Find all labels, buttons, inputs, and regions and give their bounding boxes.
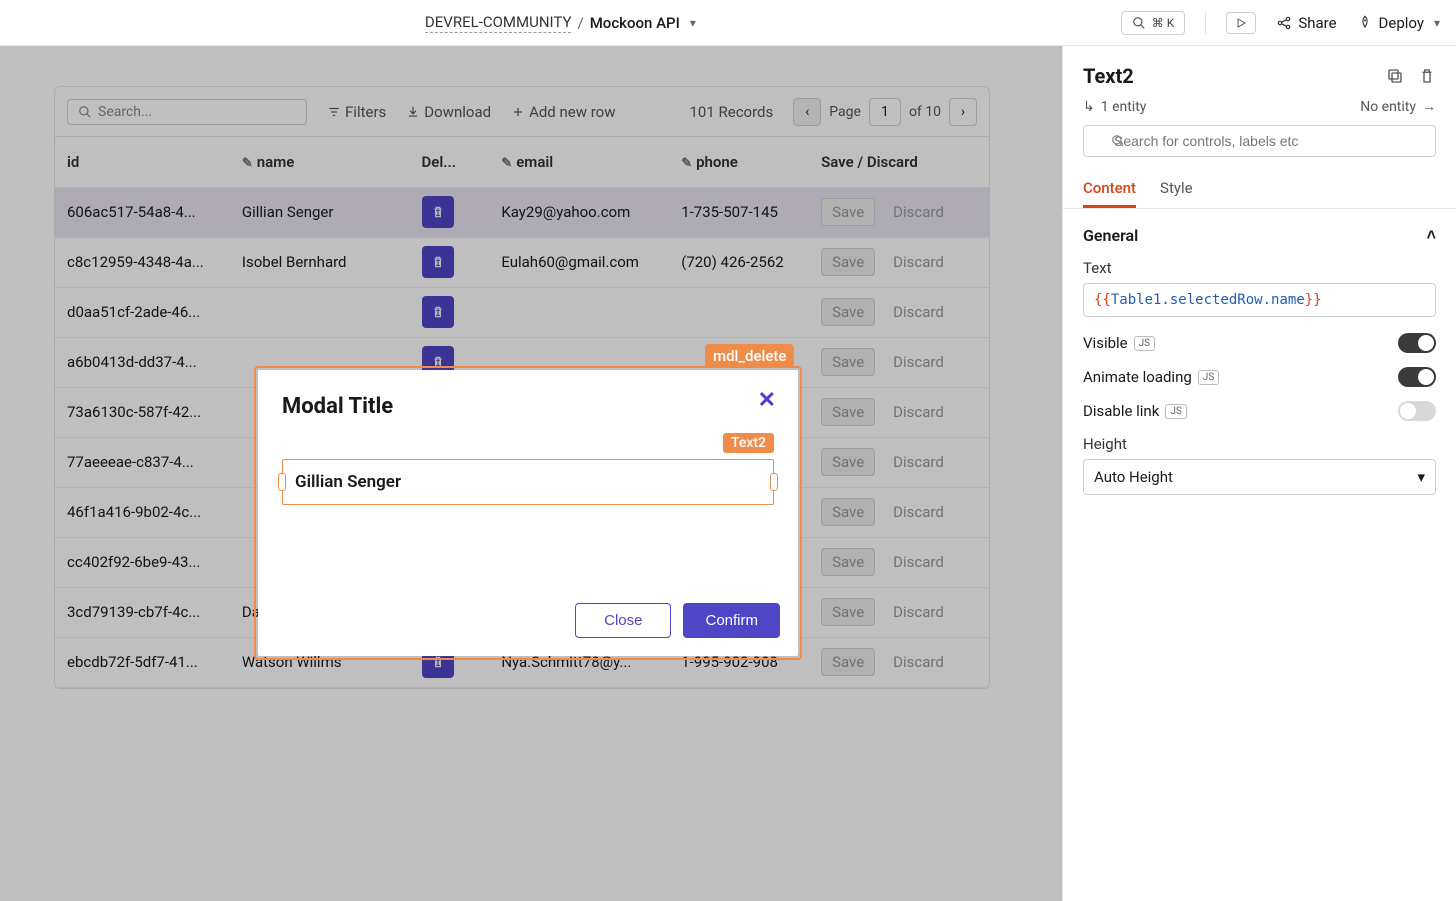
share-label: Share bbox=[1298, 14, 1336, 32]
animate-label: Animate loading JS bbox=[1083, 368, 1219, 386]
breadcrumb-workspace[interactable]: DEVREL-COMMUNITY bbox=[425, 13, 572, 33]
text2-widget-tag[interactable]: Text2 bbox=[723, 433, 774, 453]
arrow-right-icon: → bbox=[1422, 98, 1436, 115]
tab-content[interactable]: Content bbox=[1083, 171, 1136, 208]
visible-toggle[interactable] bbox=[1398, 333, 1436, 353]
rocket-icon bbox=[1357, 15, 1373, 31]
text-expression-input[interactable]: {{Table1.selectedRow.name}} bbox=[1083, 283, 1436, 317]
search-icon bbox=[1111, 134, 1125, 148]
search-icon bbox=[1132, 16, 1146, 30]
breadcrumb: DEVREL-COMMUNITY / Mockoon API ▾ bbox=[16, 13, 1105, 33]
copy-icon[interactable] bbox=[1386, 67, 1404, 85]
text2-value[interactable]: Gillian Senger bbox=[282, 459, 774, 505]
section-general-label: General bbox=[1083, 226, 1138, 245]
breadcrumb-app[interactable]: Mockoon API bbox=[590, 14, 680, 32]
text2-widget[interactable]: Text2 Gillian Senger bbox=[282, 459, 774, 505]
modal-close-action[interactable]: Close bbox=[575, 603, 671, 638]
modal-footer: Close Confirm bbox=[575, 603, 780, 638]
global-search-button[interactable]: ⌘ K bbox=[1121, 11, 1186, 35]
header-actions: ⌘ K Share Deploy ▾ bbox=[1121, 11, 1440, 35]
disable-link-label: Disable link JS bbox=[1083, 402, 1187, 420]
expr-body: Table1.selectedRow.name bbox=[1111, 292, 1305, 308]
visible-label: Visible JS bbox=[1083, 334, 1155, 352]
modal-title: Modal Title bbox=[282, 394, 774, 419]
resize-handle-right[interactable] bbox=[770, 473, 778, 491]
resize-handle-left[interactable] bbox=[278, 473, 286, 491]
height-value: Auto Height bbox=[1094, 468, 1173, 486]
tab-style[interactable]: Style bbox=[1160, 171, 1193, 208]
visible-text: Visible bbox=[1083, 334, 1128, 352]
disable-link-toggle[interactable] bbox=[1398, 401, 1436, 421]
chevron-down-icon[interactable]: ▾ bbox=[690, 16, 696, 30]
share-button[interactable]: Share bbox=[1276, 14, 1336, 32]
panel-title[interactable]: Text2 bbox=[1083, 64, 1134, 88]
chevron-down-icon: ▾ bbox=[1417, 468, 1425, 486]
panel-search-input[interactable] bbox=[1083, 125, 1436, 157]
chevron-down-icon[interactable]: ▾ bbox=[1434, 16, 1440, 30]
no-entity-label: No entity bbox=[1360, 99, 1416, 115]
deploy-label: Deploy bbox=[1379, 14, 1424, 32]
expr-close: }} bbox=[1305, 292, 1322, 308]
expr-open: {{ bbox=[1094, 292, 1111, 308]
text-field-label: Text bbox=[1083, 259, 1436, 277]
search-shortcut: ⌘ K bbox=[1152, 16, 1175, 30]
arrow-right-icon: ↳ bbox=[1083, 99, 1095, 115]
preview-button[interactable] bbox=[1226, 12, 1256, 34]
entity-count: 1 entity bbox=[1101, 99, 1147, 115]
breadcrumb-separator: / bbox=[577, 14, 583, 32]
modal-confirm-action[interactable]: Confirm bbox=[683, 603, 780, 638]
modal-close-button[interactable]: ✕ bbox=[758, 388, 776, 413]
property-panel: Text2 ↳ 1 entity No entity → Content bbox=[1062, 46, 1456, 901]
height-label: Height bbox=[1083, 435, 1436, 453]
section-general[interactable]: General ˄ bbox=[1083, 225, 1436, 245]
canvas[interactable]: Search... Filters Download Add new row 1… bbox=[0, 46, 1062, 901]
disable-link-text: Disable link bbox=[1083, 402, 1159, 420]
play-icon bbox=[1235, 17, 1247, 29]
entity-connector-left[interactable]: ↳ 1 entity bbox=[1083, 99, 1146, 115]
delete-modal: ✕ Modal Title Text2 Gillian Senger Close… bbox=[258, 370, 798, 656]
js-badge[interactable]: JS bbox=[1134, 336, 1155, 351]
animate-text: Animate loading bbox=[1083, 368, 1192, 386]
modal-widget-tag[interactable]: mdl_delete bbox=[705, 344, 794, 368]
divider bbox=[1205, 12, 1206, 34]
height-select[interactable]: Auto Height ▾ bbox=[1083, 459, 1436, 495]
deploy-button[interactable]: Deploy ▾ bbox=[1357, 14, 1440, 32]
trash-icon[interactable] bbox=[1418, 67, 1436, 85]
app-header: DEVREL-COMMUNITY / Mockoon API ▾ ⌘ K Sha… bbox=[0, 0, 1456, 46]
js-badge[interactable]: JS bbox=[1198, 370, 1219, 385]
animate-toggle[interactable] bbox=[1398, 367, 1436, 387]
entity-connector-right[interactable]: No entity → bbox=[1360, 98, 1436, 115]
share-icon bbox=[1276, 15, 1292, 31]
text2-text: Gillian Senger bbox=[295, 472, 401, 492]
chevron-up-icon: ˄ bbox=[1427, 225, 1436, 245]
js-badge[interactable]: JS bbox=[1165, 404, 1186, 419]
